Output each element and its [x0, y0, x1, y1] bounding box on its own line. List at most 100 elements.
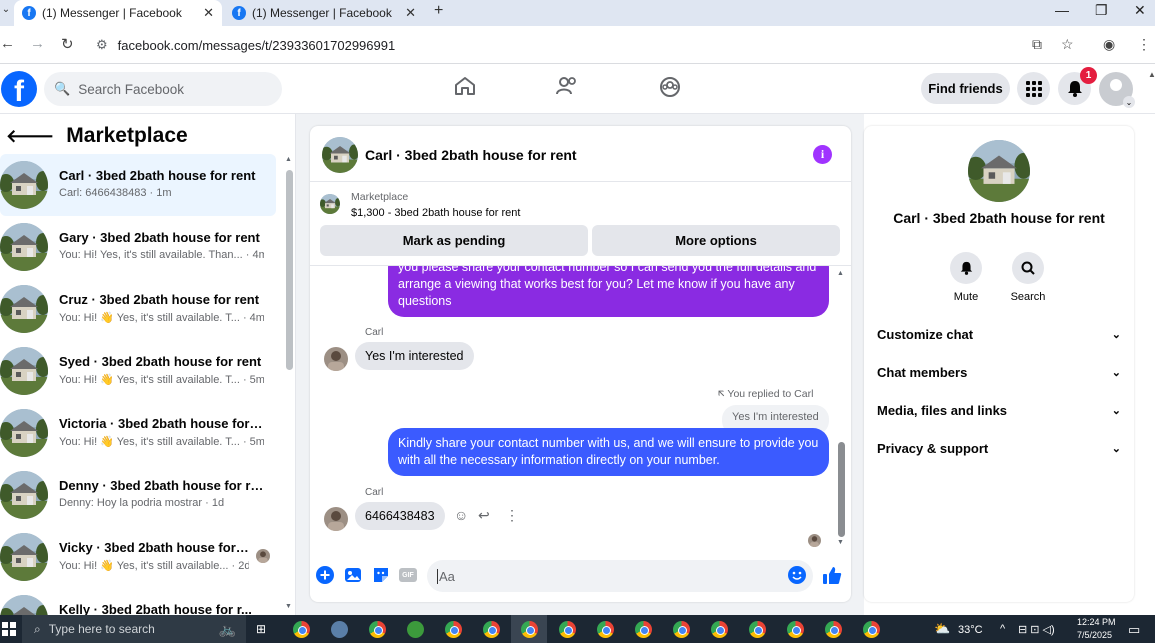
thumbs-up-icon[interactable] [822, 566, 842, 584]
groups-icon[interactable] [659, 76, 681, 104]
address-bar[interactable]: ⚙ facebook.com/messages/t/23933601702996… [90, 31, 1030, 59]
chat-members-section[interactable]: Chat members ⌄ [877, 358, 1121, 386]
chat-title[interactable]: Carl · 3bed 2bath house for rent [365, 147, 577, 163]
restore-window-icon[interactable]: ❐ [1095, 2, 1108, 19]
browser-menu-icon[interactable]: ⋮ [1137, 36, 1151, 53]
upwork-app-icon[interactable] [407, 621, 424, 638]
chrome-app-icon[interactable] [597, 621, 614, 638]
emoji-icon[interactable] [788, 566, 806, 584]
chrome-app-icon[interactable] [825, 621, 842, 638]
conversation-item[interactable]: Syed · 3bed 2bath house for rent You: Hi… [0, 340, 276, 402]
home-icon[interactable] [454, 76, 476, 102]
more-actions-icon[interactable]: ⋮ [505, 507, 519, 524]
more-options-button[interactable]: More options [592, 225, 840, 256]
sticker-icon[interactable] [372, 566, 390, 584]
conversation-item[interactable]: Victoria · 3bed 2bath house for r... You… [0, 402, 276, 464]
page-scroll-up-arrow-icon[interactable]: ▲ [1148, 70, 1155, 79]
app-icon[interactable] [331, 621, 348, 638]
conversation-preview: Carl: 6466438483 · 1m [59, 187, 172, 199]
media-files-links-section[interactable]: Media, files and links ⌄ [877, 396, 1121, 424]
reply-icon[interactable]: ↩ [478, 507, 490, 524]
scroll-up-arrow-icon[interactable]: ▲ [285, 156, 292, 163]
notification-center-icon[interactable]: ▭ [1128, 622, 1140, 638]
contact-avatar[interactable] [324, 347, 348, 371]
thread-scrollbar[interactable] [838, 442, 845, 537]
info-icon[interactable]: i [813, 145, 832, 164]
close-tab-icon[interactable]: ✕ [203, 5, 214, 21]
customize-chat-section[interactable]: Customize chat ⌄ [877, 320, 1121, 348]
search-in-conversation-button[interactable]: Search [998, 252, 1058, 303]
back-arrow-icon[interactable]: 🡐 [6, 126, 54, 147]
forward-arrow-icon[interactable]: → [30, 35, 45, 52]
conversation-item[interactable]: Vicky · 3bed 2bath house for r... You: H… [0, 526, 276, 588]
chrome-app-icon[interactable] [787, 621, 804, 638]
chrome-app-icon[interactable] [369, 621, 386, 638]
browser-tab-1[interactable]: f (1) Messenger | Facebook ✕ [14, 0, 222, 26]
close-tab-icon[interactable]: ✕ [405, 5, 416, 21]
find-friends-button[interactable]: Find friends [921, 73, 1010, 104]
incoming-message[interactable]: 6466438483 [355, 502, 445, 530]
photo-icon[interactable] [344, 566, 362, 584]
new-tab-plus-icon[interactable]: + [434, 2, 443, 20]
tray-icons[interactable]: ⊟ ⊡ ◁) [1018, 623, 1055, 636]
chrome-app-icon[interactable] [521, 621, 538, 638]
incoming-message[interactable]: Yes I'm interested [355, 342, 474, 370]
account-avatar[interactable]: ⌄ [1099, 72, 1135, 108]
chrome-app-icon[interactable] [445, 621, 462, 638]
task-view-icon[interactable]: ⊞ [256, 622, 266, 636]
mute-button[interactable]: Mute [936, 252, 996, 303]
close-window-icon[interactable]: ✕ [1134, 2, 1146, 19]
temperature[interactable]: 33°C [958, 624, 983, 636]
facebook-search-input[interactable]: 🔍 Search Facebook [44, 72, 282, 106]
gif-icon[interactable]: GIF [399, 566, 417, 584]
react-emoji-icon[interactable]: ☺ [454, 507, 468, 523]
outgoing-message[interactable]: Kindly share your contact number with us… [388, 428, 829, 476]
contact-listing-avatar[interactable] [968, 140, 1030, 202]
chrome-app-icon[interactable] [559, 621, 576, 638]
menu-grid-icon[interactable] [1017, 72, 1050, 105]
gif-label: GIF [399, 568, 417, 582]
browser-tab-2[interactable]: f (1) Messenger | Facebook ✕ [224, 0, 424, 26]
chrome-app-icon[interactable] [635, 621, 652, 638]
chrome-app-icon[interactable] [673, 621, 690, 638]
outgoing-message[interactable]: you please share your contact number so … [388, 266, 829, 317]
browser-tabbar: ⌄ f (1) Messenger | Facebook ✕ f (1) Mes… [0, 0, 1155, 26]
windows-start-icon[interactable] [2, 622, 16, 636]
chrome-app-icon[interactable] [749, 621, 766, 638]
plus-circle-icon[interactable] [316, 566, 334, 584]
minimize-window-icon[interactable]: — [1055, 2, 1069, 18]
contact-avatar[interactable] [324, 507, 348, 531]
message-input[interactable]: Aa [427, 560, 813, 592]
bookmark-star-icon[interactable]: ☆ [1061, 36, 1074, 53]
reload-icon[interactable]: ↻ [61, 35, 74, 53]
back-arrow-icon[interactable]: ← [0, 35, 15, 52]
chrome-app-icon[interactable] [483, 621, 500, 638]
privacy-support-section[interactable]: Privacy & support ⌄ [877, 434, 1121, 462]
mark-as-pending-button[interactable]: Mark as pending [320, 225, 588, 256]
friends-icon[interactable] [556, 76, 578, 102]
clock-date[interactable]: 7/5/2025 [1077, 630, 1112, 640]
scroll-down-arrow-icon[interactable]: ▼ [837, 539, 844, 546]
scroll-up-arrow-icon[interactable]: ▲ [837, 270, 844, 277]
site-settings-icon[interactable]: ⚙ [96, 37, 108, 53]
conversation-item[interactable]: Gary · 3bed 2bath house for rent You: Hi… [0, 216, 276, 278]
chrome-app-icon[interactable] [293, 621, 310, 638]
chat-avatar[interactable] [322, 137, 358, 173]
sidebar-scrollbar[interactable] [286, 170, 293, 370]
listing-detail[interactable]: $1,300 - 3bed 2bath house for rent [351, 207, 520, 219]
taskbar-search-box[interactable]: ⌕ Type here to search 🚲 [22, 615, 246, 643]
tab-search-chevron-icon[interactable]: ⌄ [0, 4, 12, 15]
profile-icon[interactable]: ◉ [1103, 36, 1115, 53]
chrome-app-icon[interactable] [711, 621, 728, 638]
listing-thumbnail [0, 223, 48, 271]
scroll-down-arrow-icon[interactable]: ▼ [285, 603, 292, 610]
system-tray-chevron-icon[interactable]: ^ [1000, 623, 1005, 635]
conversation-item[interactable]: Cruz · 3bed 2bath house for rent You: Hi… [0, 278, 276, 340]
install-app-icon[interactable]: ⧉ [1032, 36, 1042, 53]
facebook-logo[interactable]: f [1, 71, 37, 107]
chrome-app-icon[interactable] [863, 621, 880, 638]
conversation-item[interactable]: Denny · 3bed 2bath house for re... Denny… [0, 464, 276, 526]
conversation-item[interactable]: Carl · 3bed 2bath house for rent Carl: 6… [0, 154, 276, 216]
conversation-item[interactable]: Kelly · 3bed 2bath house for r... [0, 588, 276, 615]
clock-time[interactable]: 12:24 PM [1077, 617, 1116, 627]
